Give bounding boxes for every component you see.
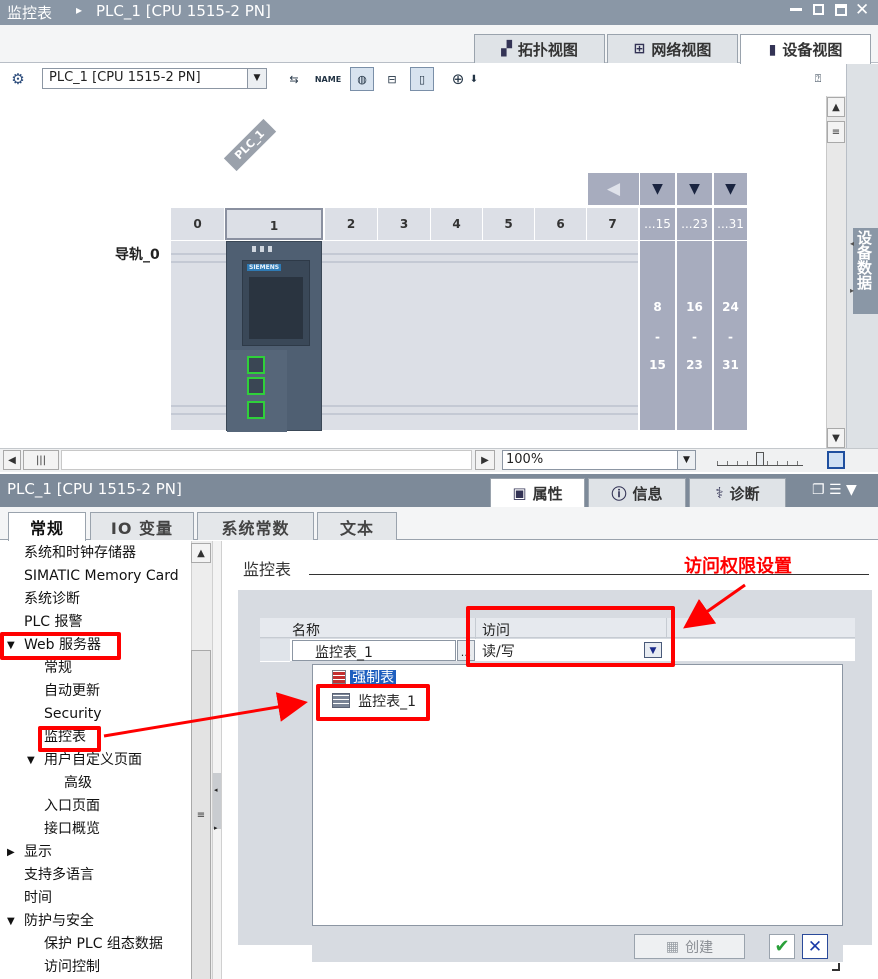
annotation-arrow-access: [683, 583, 746, 629]
annotation-arrow-watch-table: [103, 692, 308, 738]
annotation-arrows: [103, 583, 746, 738]
